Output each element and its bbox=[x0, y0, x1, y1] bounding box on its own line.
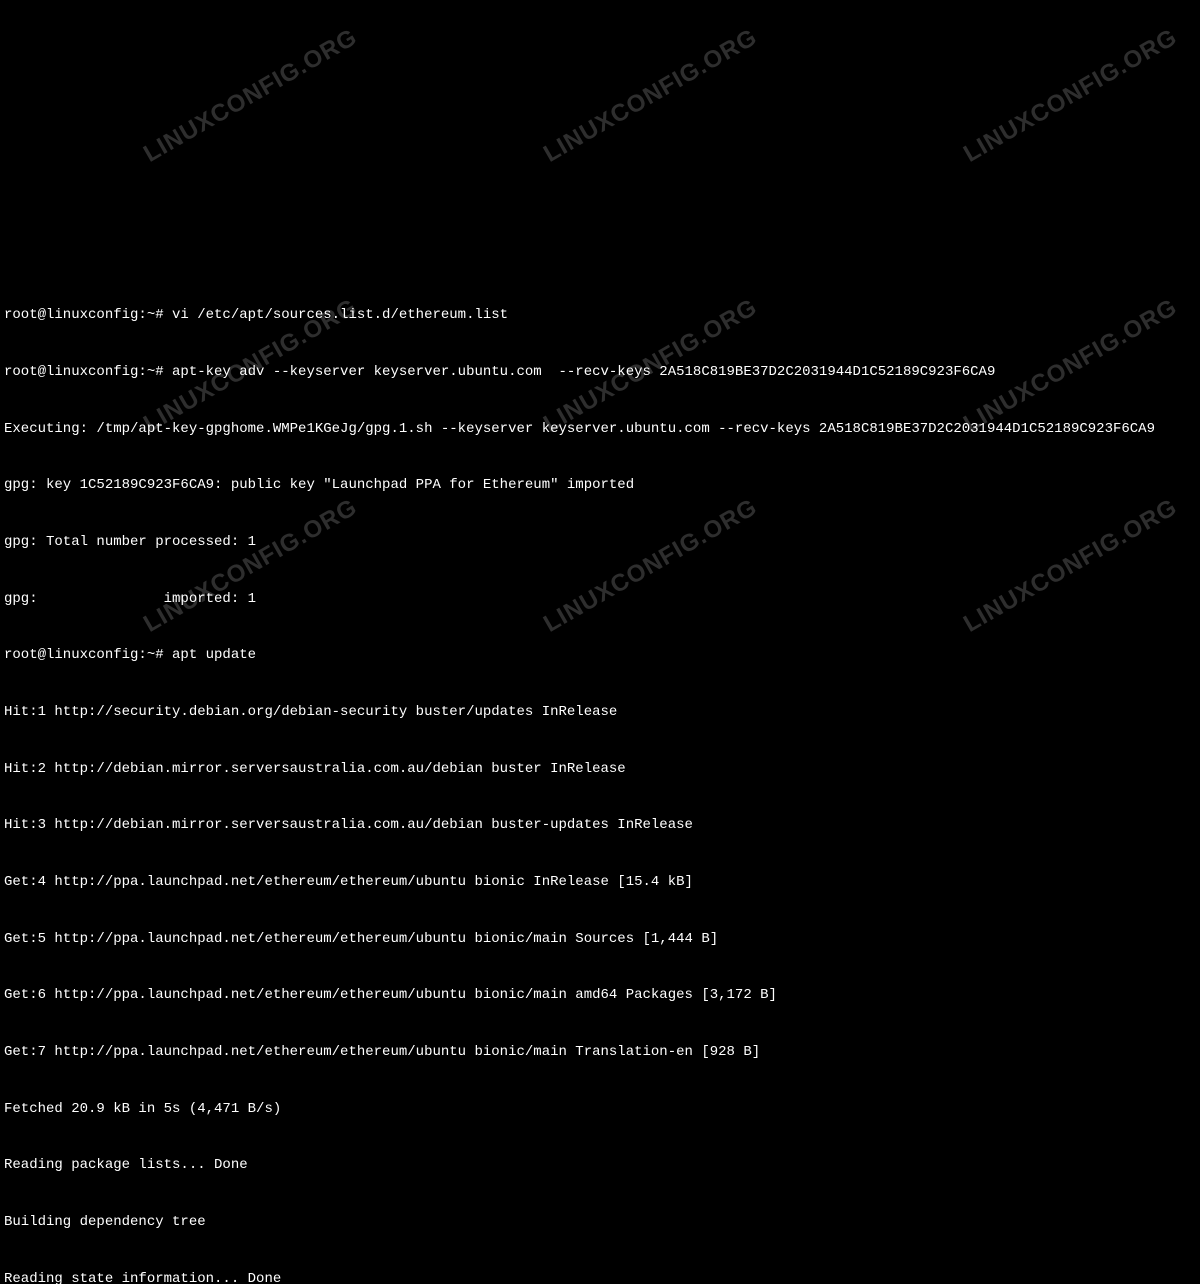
terminal-line: root@linuxconfig:~# apt update bbox=[4, 646, 1196, 665]
watermark-text: LINUXCONFIG.ORG bbox=[538, 22, 763, 171]
terminal-line: root@linuxconfig:~# vi /etc/apt/sources.… bbox=[4, 306, 1196, 325]
terminal-line: Get:4 http://ppa.launchpad.net/ethereum/… bbox=[4, 873, 1196, 892]
terminal-line: Get:5 http://ppa.launchpad.net/ethereum/… bbox=[4, 930, 1196, 949]
watermark-text: LINUXCONFIG.ORG bbox=[958, 22, 1183, 171]
terminal-line: Fetched 20.9 kB in 5s (4,471 B/s) bbox=[4, 1100, 1196, 1119]
terminal-line: Hit:1 http://security.debian.org/debian-… bbox=[4, 703, 1196, 722]
terminal-line: Hit:3 http://debian.mirror.serversaustra… bbox=[4, 816, 1196, 835]
terminal-line: Executing: /tmp/apt-key-gpghome.WMPe1KGe… bbox=[4, 420, 1196, 439]
watermark-text: LINUXCONFIG.ORG bbox=[138, 22, 363, 171]
terminal-line: root@linuxconfig:~# apt-key adv --keyser… bbox=[4, 363, 1196, 382]
terminal-line: gpg: imported: 1 bbox=[4, 590, 1196, 609]
terminal-line: Reading state information... Done bbox=[4, 1270, 1196, 1284]
terminal-line: Hit:2 http://debian.mirror.serversaustra… bbox=[4, 760, 1196, 779]
terminal-line: Building dependency tree bbox=[4, 1213, 1196, 1232]
terminal-line: gpg: Total number processed: 1 bbox=[4, 533, 1196, 552]
terminal-output[interactable]: root@linuxconfig:~# vi /etc/apt/sources.… bbox=[4, 268, 1196, 1284]
terminal-line: Get:6 http://ppa.launchpad.net/ethereum/… bbox=[4, 986, 1196, 1005]
terminal-line: Get:7 http://ppa.launchpad.net/ethereum/… bbox=[4, 1043, 1196, 1062]
terminal-line: Reading package lists... Done bbox=[4, 1156, 1196, 1175]
terminal-line: gpg: key 1C52189C923F6CA9: public key "L… bbox=[4, 476, 1196, 495]
